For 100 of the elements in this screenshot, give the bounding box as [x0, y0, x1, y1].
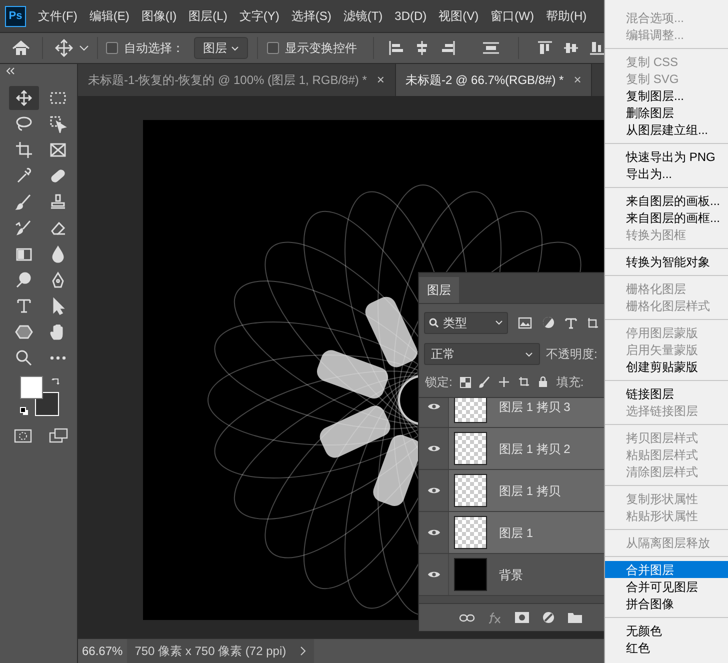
adjustment-layer-icon[interactable] [542, 611, 555, 624]
zoom-level[interactable]: 66.67% [78, 642, 127, 660]
menu-item[interactable]: 窗口(W) [490, 7, 534, 25]
lock-icon[interactable] [538, 376, 548, 388]
menu-item[interactable]: 删除图层 [605, 104, 728, 121]
document-tab[interactable]: 未标题-2 @ 66.7%(RGB/8#) * × [396, 64, 592, 96]
checkbox-label: 显示变换控件 [285, 40, 357, 57]
eraser-icon [49, 219, 67, 237]
checkbox[interactable] [106, 42, 118, 54]
type-filter-icon[interactable] [565, 316, 577, 328]
adjustment-filter-icon[interactable] [542, 316, 555, 329]
align-middle-icon[interactable] [563, 40, 579, 56]
folder-icon[interactable] [568, 612, 582, 623]
checkbox-label: 自动选择： [124, 40, 184, 57]
eye-icon[interactable] [426, 528, 440, 537]
blend-mode-dropdown[interactable]: 正常 [424, 343, 540, 365]
menu-item[interactable]: 无颜色 [605, 622, 728, 639]
default-colors-icon[interactable] [20, 407, 29, 416]
menu-item[interactable]: 创建剪贴蒙版 [605, 358, 728, 375]
move-icon[interactable] [55, 39, 73, 57]
close-button[interactable]: × [574, 70, 582, 90]
brush-icon[interactable] [479, 376, 490, 388]
opacity-label: 不透明度: [546, 346, 598, 363]
transparent-thumbnail [454, 398, 487, 423]
eye-icon[interactable] [426, 570, 440, 579]
layer-filter-dropdown[interactable]: 类型 [424, 312, 508, 334]
mask-icon[interactable] [515, 612, 529, 623]
menu-item[interactable]: 图像(I) [141, 7, 177, 25]
document-info: 750 像素 x 750 像素 (72 ppi) [134, 643, 286, 660]
menu-item[interactable]: 拼合图像 [605, 595, 728, 612]
checkbox[interactable] [267, 42, 279, 54]
background-color-swatch[interactable] [35, 392, 59, 416]
menu-item[interactable]: 转换为智能对象 [605, 253, 728, 270]
dodge-icon [15, 271, 33, 289]
distribute-icon[interactable] [482, 40, 500, 56]
hexagon-shape-icon [15, 323, 33, 341]
fill-label: 填充: [556, 374, 584, 391]
more-tools-icon [50, 356, 66, 360]
close-button[interactable]: × [376, 70, 384, 90]
transparent-thumbnail [454, 432, 487, 465]
artboard-lock-icon[interactable] [518, 376, 530, 388]
zoom-icon [15, 349, 33, 367]
fx-icon[interactable] [488, 612, 502, 624]
move-icon[interactable] [498, 376, 510, 388]
menu-item[interactable]: 帮助(H) [546, 7, 587, 25]
eye-icon[interactable] [426, 444, 440, 453]
align-center-icon[interactable] [414, 40, 430, 56]
brush-icon [15, 193, 33, 211]
collapse-panel-icon[interactable] [6, 67, 16, 75]
shape-filter-icon[interactable] [587, 316, 599, 328]
app-logo[interactable]: Ps [5, 6, 26, 26]
caret-icon[interactable] [79, 45, 89, 51]
image-filter-icon[interactable] [518, 316, 532, 328]
menu-item[interactable]: 滤镜(T) [343, 7, 383, 25]
stamp-icon [49, 193, 67, 211]
align-bottom-icon[interactable] [589, 40, 605, 56]
menu-item[interactable]: 来自图层的画框... [605, 209, 728, 226]
menu-item[interactable]: 导出为... [605, 165, 728, 182]
chevron-icon[interactable] [300, 646, 306, 656]
caret-icon [231, 46, 239, 50]
swap-colors-icon[interactable] [51, 377, 61, 387]
lock-label: 锁定: [425, 374, 452, 391]
menu-item[interactable]: 视图(V) [438, 7, 479, 25]
quick-mask-icon[interactable] [14, 428, 32, 444]
menu-item[interactable]: 从图层建立组... [605, 121, 728, 138]
crop-icon [15, 141, 33, 159]
history-brush-icon [15, 219, 33, 237]
transparent-thumbnail [454, 474, 487, 507]
menu-item[interactable]: 来自图层的画板... [605, 192, 728, 209]
target-dropdown[interactable]: 图层 [194, 37, 248, 59]
frame-icon [49, 141, 67, 159]
panel-tab[interactable]: 图层 [419, 277, 459, 303]
menu-item[interactable]: 编辑(E) [89, 7, 130, 25]
lock-pixels-icon[interactable] [460, 376, 472, 388]
eye-icon[interactable] [426, 486, 440, 495]
align-top-icon[interactable] [537, 40, 553, 56]
align-left-icon[interactable] [388, 40, 404, 56]
type-tool-icon [15, 297, 33, 315]
menu-item[interactable]: 合并图层 [605, 561, 728, 578]
screen-mode-icon[interactable] [49, 428, 69, 444]
menu-item[interactable]: 红色 [605, 639, 728, 656]
menu-item[interactable]: 图层(L) [188, 7, 228, 25]
menu-item[interactable]: 文字(Y) [239, 7, 280, 25]
move-tool-icon [15, 89, 33, 107]
menu-item[interactable]: 复制图层... [605, 87, 728, 104]
menu-item[interactable]: 文件(F) [38, 7, 78, 25]
caret-icon [525, 352, 533, 356]
layer-thumbnail [454, 558, 487, 591]
foreground-color-swatch[interactable] [20, 376, 43, 399]
link-icon[interactable] [459, 614, 475, 622]
transparent-thumbnail [454, 516, 487, 549]
menu-item[interactable]: 选择(S) [291, 7, 332, 25]
tool-button[interactable] [9, 86, 39, 110]
menu-item[interactable]: 3D(D) [394, 7, 427, 25]
align-right-icon[interactable] [440, 40, 456, 56]
menu-item[interactable]: 快速导出为 PNG [605, 148, 728, 165]
eye-icon[interactable] [426, 402, 440, 411]
eyedropper-icon [15, 167, 33, 185]
home-icon[interactable] [12, 40, 30, 56]
menu-item[interactable]: 链接图层 [605, 385, 728, 402]
